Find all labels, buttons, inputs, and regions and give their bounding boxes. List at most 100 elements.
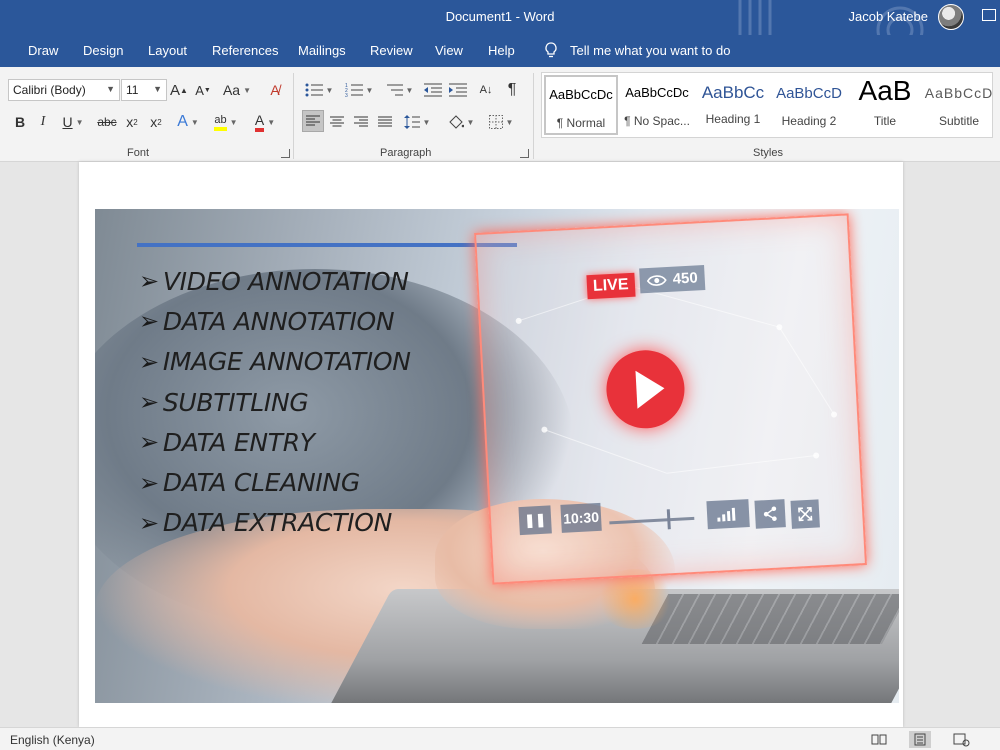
subscript-mark: 2 [133,117,138,127]
tab-references[interactable]: References [212,43,278,58]
tab-view[interactable]: View [435,43,463,58]
tab-draw[interactable]: Draw [28,43,58,58]
volume-button[interactable] [706,499,750,530]
fullscreen-button[interactable] [790,499,820,529]
align-right-button[interactable] [351,111,371,133]
multilevel-list-button[interactable]: ▼ [382,79,416,101]
paragraph-dialog-launcher-icon[interactable] [520,149,529,158]
align-left-button[interactable] [302,110,324,132]
style-name: Subtitle [938,114,980,128]
document-area[interactable]: ➢ VIDEO ANNOTATION ➢ DATA ANNOTATION ➢ IMAG… [0,162,1000,727]
sort-icon: A↓ [479,84,493,96]
holographic-video-player: LIVE 450 ❚❚ 10:30 [474,213,867,585]
document-page[interactable]: ➢ VIDEO ANNOTATION ➢ DATA ANNOTATION ➢ IMAG… [79,162,903,727]
subscript-button[interactable]: x2 [122,111,142,133]
arrow-bullet-icon: ➢ [139,307,159,336]
superscript-icon: x [150,114,158,130]
list-item: ➢ IMAGE ANNOTATION [139,342,411,382]
style-heading-1[interactable]: AaBbCc Heading 1 [696,75,770,135]
show-hide-button[interactable]: ¶ [502,79,522,101]
styles-group-label: Styles [753,147,783,159]
view-count-badge: 450 [639,265,706,294]
arrow-bullet-icon: ➢ [139,468,159,497]
font-name-box[interactable]: Calibri (Body) ▼ [8,79,120,101]
change-case-icon: Aa [222,82,241,98]
inserted-picture[interactable]: ➢ VIDEO ANNOTATION ➢ DATA ANNOTATION ➢ IMAG… [95,209,899,703]
highlight-color-button[interactable]: ab ▼ [208,111,244,133]
strikethrough-button[interactable]: abc [95,111,119,133]
style-sample: AaBbCc [701,83,765,102]
heading-rule [137,243,517,247]
numbering-button[interactable]: 1 2 3 ▼ [342,79,376,101]
shrink-font-button[interactable]: A ▼ [194,79,212,101]
font-name-value: Calibri (Body) [13,83,86,97]
service-label: DATA EXTRACTION [162,508,393,538]
style-name: Title [873,114,897,128]
font-color-button[interactable]: A ▼ [248,111,282,133]
increase-indent-button[interactable] [447,79,469,101]
line-spacing-button[interactable]: ▼ [401,111,433,133]
font-size-box[interactable]: 11 ▼ [121,79,167,101]
ribbon: Calibri (Body) ▼ 11 ▼ A ▲ A ▼ Aa ▼ A̸ B I U… [0,67,1000,162]
numbering-icon: 123 [345,83,363,97]
tab-help[interactable]: Help [488,43,515,58]
group-separator [293,73,294,159]
bold-button[interactable]: B [10,111,30,133]
arrow-bullet-icon: ➢ [139,388,159,417]
align-center-button[interactable] [327,111,347,133]
style-sample: AaBbCcDc [625,85,689,100]
change-case-button[interactable]: Aa ▼ [220,79,254,101]
sort-button[interactable]: A↓ [476,79,496,101]
tab-mailings[interactable]: Mailings [298,43,346,58]
superscript-button[interactable]: x2 [146,111,166,133]
style-no-spacing[interactable]: AaBbCcDc ¶ No Spac... [620,75,694,135]
text-effects-button[interactable]: A ▼ [173,111,203,133]
font-color-icon: A [254,112,265,132]
service-label: DATA ANNOTATION [162,306,395,336]
arrow-bullet-icon: ➢ [139,347,159,376]
language-indicator[interactable]: English (Kenya) [10,733,95,747]
grow-font-button[interactable]: A ▲ [170,79,188,101]
style-sample: AaBbCcDc [549,87,613,102]
style-subtitle[interactable]: AaBbCcD Subtitle [922,75,996,135]
clear-formatting-button[interactable]: A̸ [264,79,286,101]
web-layout-button[interactable] [950,731,972,748]
style-name: ¶ Normal [556,116,606,130]
align-left-icon [306,115,320,126]
print-layout-button[interactable] [909,731,931,748]
shading-button[interactable]: ▼ [444,111,478,133]
svg-text:3: 3 [345,93,348,97]
superscript-mark: 2 [157,117,162,127]
tell-me-search[interactable]: Tell me what you want to do [542,41,730,59]
timestamp: 10:30 [560,502,602,533]
list-item: ➢ SUBTITLING [139,382,411,422]
underline-button[interactable]: U ▼ [58,111,88,133]
style-normal[interactable]: AaBbCcDc ¶ Normal [544,75,618,135]
pause-button[interactable]: ❚❚ [518,505,552,536]
share-button[interactable] [754,499,786,529]
ribbon-display-options-icon[interactable] [982,9,996,21]
user-name[interactable]: Jacob Katebe [848,9,928,24]
style-title[interactable]: AaB Title [848,75,922,135]
read-mode-button[interactable] [868,731,890,748]
shrink-font-icon: A [195,82,204,98]
multilevel-list-icon [386,84,403,96]
tab-layout[interactable]: Layout [148,43,187,58]
list-item: ➢ DATA ANNOTATION [139,301,411,341]
tab-design[interactable]: Design [83,43,123,58]
borders-button[interactable]: ▼ [484,111,518,133]
font-dialog-launcher-icon[interactable] [281,149,290,158]
avatar[interactable] [938,4,964,30]
bullets-button[interactable]: ▼ [302,79,336,101]
view-count: 450 [672,269,699,288]
lightbulb-icon [545,42,557,58]
service-label: DATA CLEANING [162,468,360,498]
share-icon [763,506,777,522]
style-heading-2[interactable]: AaBbCcD Heading 2 [772,75,846,135]
justify-button[interactable] [375,111,395,133]
italic-button[interactable]: I [34,111,52,133]
decrease-indent-button[interactable] [422,79,444,101]
underline-icon: U [62,114,73,130]
tab-review[interactable]: Review [370,43,413,58]
service-label: VIDEO ANNOTATION [162,266,409,296]
